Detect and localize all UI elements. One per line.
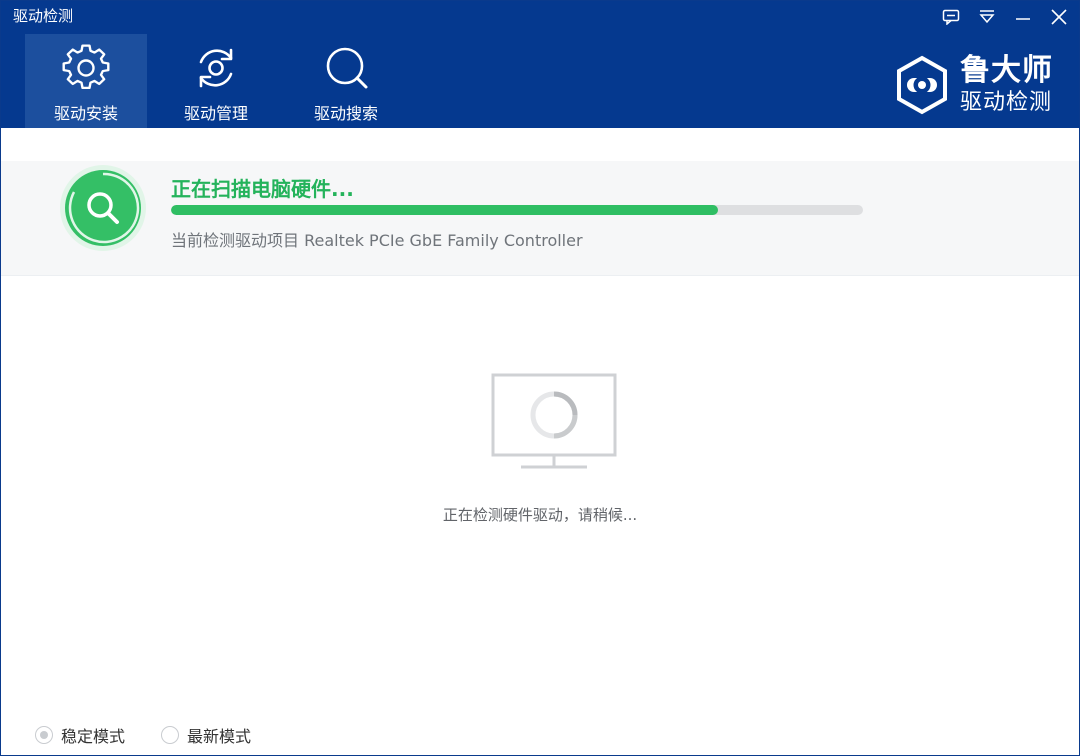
hexagon-gear-logo-icon (897, 55, 947, 115)
mode-options: 稳定模式 最新模式 (35, 723, 287, 747)
close-icon[interactable] (1047, 5, 1071, 29)
scan-progress-fill (171, 205, 718, 215)
latest-mode-option[interactable]: 最新模式 (161, 723, 251, 747)
brand-text: 鲁大师 驱动检测 (960, 56, 1053, 114)
brand-subtitle: 驱动检测 (960, 90, 1053, 115)
scan-panel: 正在扫描电脑硬件... 当前检测驱动项目 Realtek PCIe GbE Fa… (1, 161, 1079, 276)
stable-mode-label: 稳定模式 (61, 727, 126, 746)
refresh-gear-icon (199, 48, 233, 88)
brand-logo-area: 鲁大师 驱动检测 (892, 53, 1053, 117)
window-title: 驱动检测 (13, 7, 74, 25)
menu-dropdown-icon[interactable] (975, 5, 999, 29)
scan-search-icon (60, 165, 146, 251)
scan-progress-bar (171, 205, 863, 215)
tab-driver-search[interactable]: 驱动搜索 (285, 34, 407, 128)
gear-icon (62, 44, 110, 90)
window-controls (939, 5, 1071, 29)
latest-mode-radio[interactable] (161, 726, 180, 744)
stable-mode-radio[interactable] (35, 726, 53, 744)
main-tabs: 驱动安装 驱动管理 驱动搜索 (25, 34, 407, 128)
scan-title: 正在扫描电脑硬件... (171, 177, 354, 201)
tab-driver-manage[interactable]: 驱动管理 (155, 34, 277, 128)
minimize-icon[interactable] (1011, 5, 1035, 29)
feedback-icon[interactable] (939, 5, 963, 29)
tab-driver-install[interactable]: 驱动安装 (25, 34, 147, 128)
tab-driver-install-label: 驱动安装 (53, 104, 118, 123)
scan-detail-text: 当前检测驱动项目 Realtek PCIe GbE Family Control… (171, 231, 583, 250)
latest-mode-label: 最新模式 (187, 727, 252, 746)
tab-driver-manage-label: 驱动管理 (183, 104, 248, 123)
search-icon (326, 47, 368, 89)
detection-status-message: 正在检测硬件驱动，请稍候... (442, 506, 638, 524)
tab-driver-search-label: 驱动搜索 (313, 104, 378, 123)
stable-mode-option[interactable]: 稳定模式 (35, 723, 125, 747)
brand-name: 鲁大师 (960, 53, 1053, 88)
driver-detection-window: 驱动检测 驱动安装 驱动管理 驱动搜索 鲁大师 驱动检测 正在扫描电脑硬件...… (0, 0, 1080, 756)
monitor-loading-icon (491, 373, 617, 469)
header-bar: 驱动检测 驱动安装 驱动管理 驱动搜索 鲁大师 驱动检测 (1, 1, 1079, 128)
